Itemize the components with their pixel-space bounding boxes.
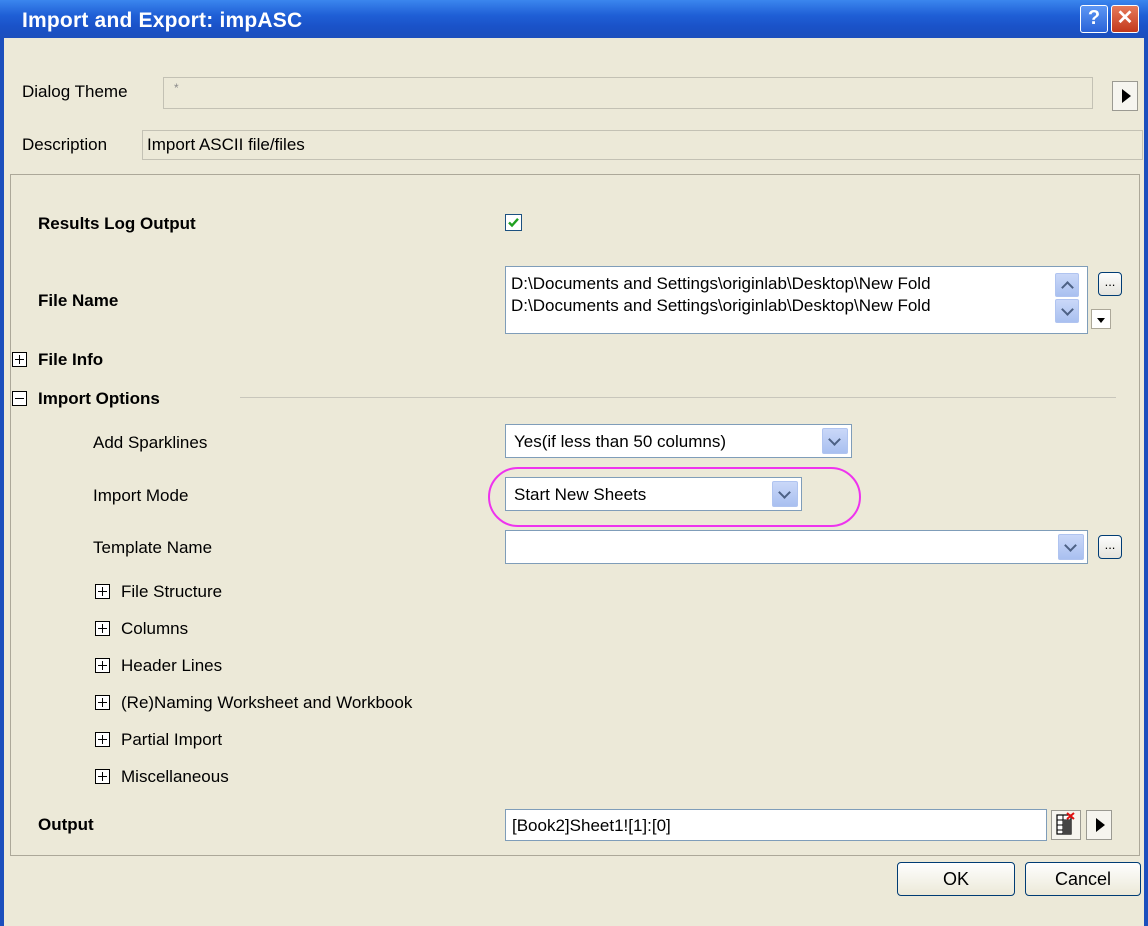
select-range-button[interactable] (1051, 810, 1081, 840)
partial-import-label[interactable]: Partial Import (121, 730, 222, 750)
highlight-ellipse (488, 467, 861, 527)
import-options-label[interactable]: Import Options (38, 389, 160, 409)
renaming-expand-icon[interactable] (95, 695, 110, 710)
chevron-down-icon (1064, 539, 1077, 552)
cancel-button[interactable]: Cancel (1025, 862, 1141, 896)
file-name-browse-button[interactable]: ... (1098, 272, 1122, 296)
dialog-theme-field[interactable]: * (163, 77, 1093, 109)
file-name-line-2: D:\Documents and Settings\originlab\Desk… (511, 296, 931, 315)
results-log-checkbox[interactable] (505, 214, 522, 231)
output-label: Output (38, 815, 94, 834)
checkmark-icon (508, 217, 519, 228)
file-structure-expand-icon[interactable] (95, 584, 110, 599)
scroll-up-button[interactable] (1055, 273, 1079, 297)
columns-label[interactable]: Columns (121, 619, 188, 639)
description-value: Import ASCII file/files (147, 135, 305, 154)
ok-button[interactable]: OK (897, 862, 1015, 896)
columns-expand-icon[interactable] (95, 621, 110, 636)
add-sparklines-value: Yes(if less than 50 columns) (514, 432, 726, 451)
window-border-left (0, 38, 4, 926)
play-arrow-icon (1122, 89, 1131, 103)
title-bar[interactable]: Import and Export: impASC ? ✕ (0, 0, 1148, 38)
output-menu-button[interactable] (1086, 810, 1112, 840)
file-name-dropdown-button[interactable] (1091, 309, 1111, 329)
file-name-label: File Name (38, 291, 119, 310)
file-name-line-1: D:\Documents and Settings\originlab\Desk… (511, 274, 931, 293)
header-lines-expand-icon[interactable] (95, 658, 110, 673)
template-name-browse-button[interactable]: ... (1098, 535, 1122, 559)
dropdown-arrow-icon (1097, 318, 1105, 323)
file-info-expand-icon[interactable] (12, 352, 27, 367)
output-field[interactable]: [Book2]Sheet1![1]:[0] (505, 809, 1047, 841)
add-sparklines-label: Add Sparklines (93, 433, 208, 452)
file-name-listbox[interactable]: D:\Documents and Settings\originlab\Desk… (505, 266, 1088, 334)
partial-import-expand-icon[interactable] (95, 732, 110, 747)
template-name-label: Template Name (93, 538, 213, 557)
renaming-label[interactable]: (Re)Naming Worksheet and Workbook (121, 693, 412, 713)
template-name-select[interactable] (505, 530, 1088, 564)
description-label: Description (22, 135, 108, 154)
miscellaneous-expand-icon[interactable] (95, 769, 110, 784)
dialog-theme-label: Dialog Theme (22, 82, 128, 101)
window-border-right (1144, 38, 1148, 926)
import-mode-label: Import Mode (93, 486, 189, 505)
results-log-label: Results Log Output (38, 214, 196, 233)
import-options-collapse-icon[interactable] (12, 391, 27, 406)
file-structure-label[interactable]: File Structure (121, 582, 222, 602)
chevron-down-icon (1061, 303, 1074, 316)
description-field: Import ASCII file/files (142, 130, 1143, 160)
chevron-down-icon (828, 433, 841, 446)
help-button[interactable]: ? (1080, 5, 1108, 33)
miscellaneous-label[interactable]: Miscellaneous (121, 767, 229, 787)
file-info-label[interactable]: File Info (38, 350, 103, 370)
close-button[interactable]: ✕ (1111, 5, 1139, 33)
play-arrow-icon (1096, 818, 1105, 832)
dialog-theme-menu-button[interactable] (1112, 81, 1138, 111)
template-name-dropdown-button[interactable] (1058, 534, 1084, 560)
add-sparklines-dropdown-button[interactable] (822, 428, 848, 454)
chevron-up-icon (1061, 281, 1074, 294)
scroll-down-button[interactable] (1055, 299, 1079, 323)
select-range-icon (1056, 812, 1075, 835)
header-lines-label[interactable]: Header Lines (121, 656, 222, 676)
window-title: Import and Export: impASC (22, 9, 303, 32)
import-export-dialog: Import and Export: impASC ? ✕ Dialog The… (0, 0, 1148, 926)
add-sparklines-select[interactable]: Yes(if less than 50 columns) (505, 424, 852, 458)
output-value: [Book2]Sheet1![1]:[0] (512, 816, 671, 835)
import-options-divider (240, 397, 1116, 398)
dialog-theme-value: * (174, 81, 179, 95)
